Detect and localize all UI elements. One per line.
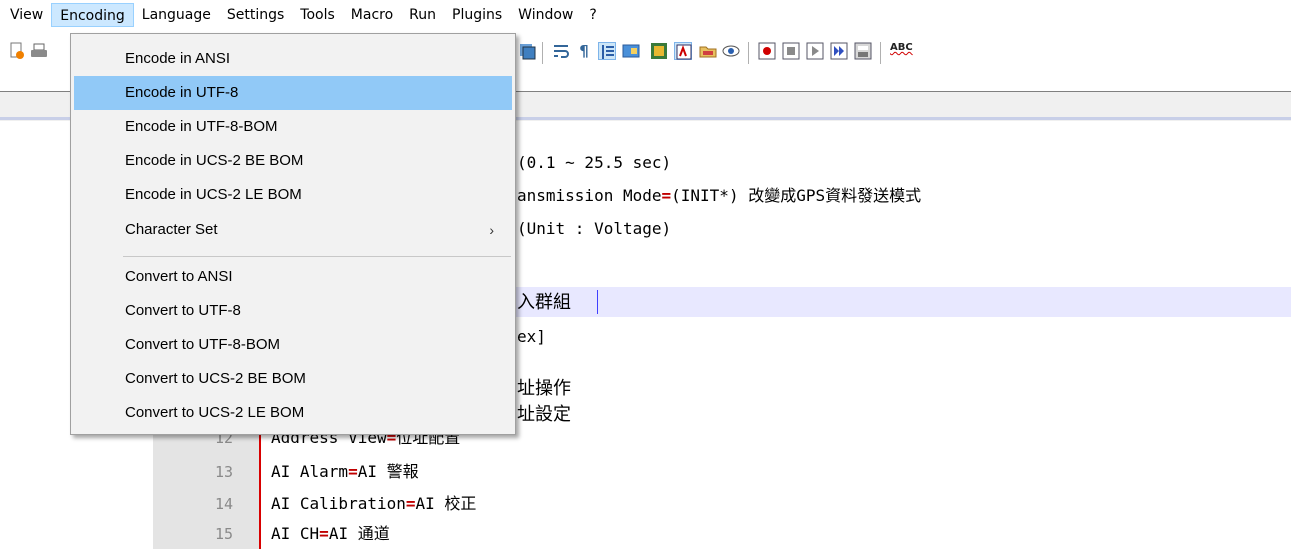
line-number: 15 [214, 525, 233, 543]
code-fragment: (0.1 ~ 25.5 sec) [517, 153, 672, 172]
text-caret [597, 290, 598, 314]
menu-item-character-set[interactable]: Character Set › [74, 213, 512, 247]
chevron-right-icon: › [489, 222, 494, 238]
menu-tools[interactable]: Tools [292, 3, 343, 27]
line-number: 14 [214, 495, 233, 513]
menu-item-convert-ucs2-be-bom[interactable]: Convert to UCS-2 BE BOM [74, 362, 512, 396]
document-map-icon[interactable] [622, 42, 640, 60]
menu-encoding[interactable]: Encoding [51, 3, 134, 27]
stop-record-icon[interactable] [782, 42, 800, 60]
menu-separator [123, 256, 511, 257]
toolbar-separator [542, 42, 543, 64]
toolbar-separator [880, 42, 881, 64]
menu-item-encode-utf8-bom[interactable]: Encode in UTF-8-BOM [74, 110, 512, 144]
code-fragment: ex] [517, 327, 546, 346]
menu-language[interactable]: Language [134, 3, 219, 27]
menu-item-encode-utf8[interactable]: Encode in UTF-8 [74, 76, 512, 110]
function-list-icon[interactable] [650, 42, 668, 60]
folder-icon[interactable] [699, 42, 717, 60]
toolbar-separator [748, 42, 749, 64]
spell-check-icon[interactable]: ABC [890, 42, 916, 60]
line-number: 13 [214, 463, 233, 481]
monitoring-icon[interactable] [722, 42, 740, 60]
folder-as-workspace-icon[interactable] [674, 42, 692, 60]
encoding-menu: Encode in ANSI Encode in UTF-8 Encode in… [70, 33, 516, 435]
menu-view[interactable]: View [0, 3, 51, 27]
code-fragment: 入群組 [517, 292, 571, 313]
indent-guide-icon[interactable] [598, 42, 616, 60]
new-file-icon[interactable] [8, 42, 26, 60]
menu-item-encode-ansi[interactable]: Encode in ANSI [74, 42, 512, 76]
menu-item-encode-ucs2-be-bom[interactable]: Encode in UCS-2 BE BOM [74, 144, 512, 178]
menu-help[interactable]: ? [581, 3, 604, 27]
code-line: AI Alarm=AI 警報 [271, 462, 419, 481]
code-fragment: 址設定 [517, 404, 571, 425]
menu-bar: View Encoding Language Settings Tools Ma… [0, 0, 1291, 30]
menu-item-convert-utf8-bom[interactable]: Convert to UTF-8-BOM [74, 328, 512, 362]
code-line: AI CH=AI 通道 [271, 524, 390, 543]
code-fragment: (Unit : Voltage) [517, 219, 672, 238]
show-all-characters-icon[interactable]: ¶ [575, 42, 593, 60]
save-all-icon[interactable] [518, 42, 536, 60]
word-wrap-icon[interactable] [552, 42, 570, 60]
menu-item-convert-ansi[interactable]: Convert to ANSI [74, 260, 512, 294]
menu-window[interactable]: Window [510, 3, 581, 27]
record-macro-icon[interactable] [758, 42, 776, 60]
run-macro-multiple-icon[interactable] [830, 42, 848, 60]
code-fragment: ansmission Mode=(INIT*) 改變成GPS資料發送模式 [517, 186, 922, 205]
playback-macro-icon[interactable] [806, 42, 824, 60]
menu-macro[interactable]: Macro [343, 3, 401, 27]
menu-item-encode-ucs2-le-bom[interactable]: Encode in UCS-2 LE BOM [74, 178, 512, 212]
menu-plugins[interactable]: Plugins [444, 3, 510, 27]
menu-item-convert-ucs2-le-bom[interactable]: Convert to UCS-2 LE BOM [74, 396, 512, 430]
menu-settings[interactable]: Settings [219, 3, 292, 27]
menu-item-convert-utf8[interactable]: Convert to UTF-8 [74, 294, 512, 328]
code-line: AI Calibration=AI 校正 [271, 494, 477, 513]
menu-item-label: Character Set [125, 221, 218, 238]
save-macro-icon[interactable] [854, 42, 872, 60]
print-icon[interactable] [30, 42, 48, 60]
menu-run[interactable]: Run [401, 3, 444, 27]
